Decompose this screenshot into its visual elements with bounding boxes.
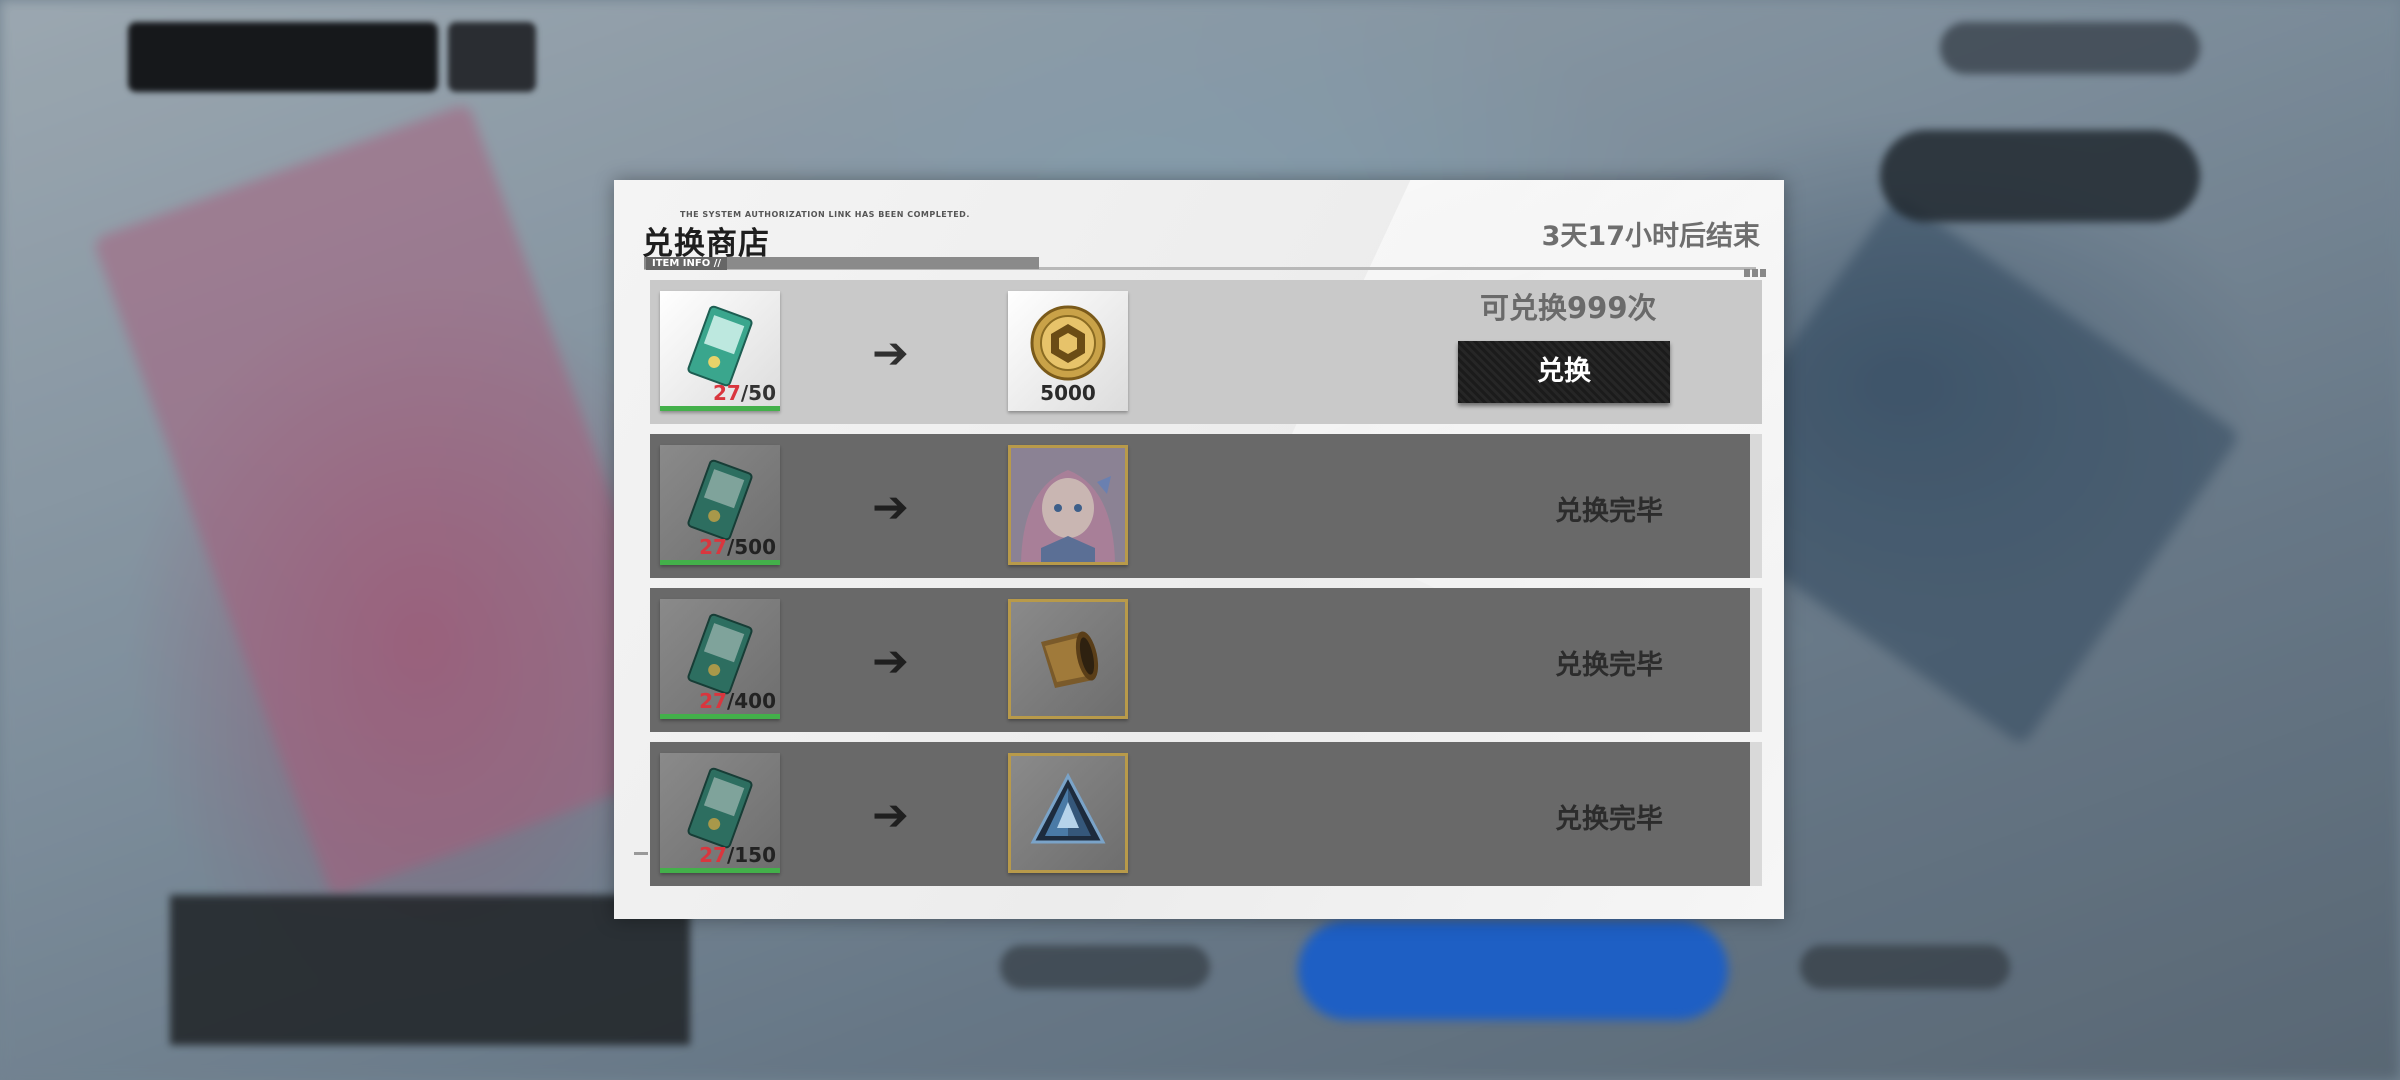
exchange-complete-status: 兑换完毕 bbox=[1555, 650, 1663, 681]
source-item[interactable]: 27/150 bbox=[660, 753, 780, 873]
bottom-right-button bbox=[1800, 945, 2010, 989]
bronze-horn-icon bbox=[1041, 631, 1099, 688]
bottom-left-button bbox=[1000, 945, 1210, 989]
ticket-count: 27/400 bbox=[699, 689, 776, 713]
item-info-tag: ITEM INFO // bbox=[646, 257, 728, 270]
source-item[interactable]: 27/500 bbox=[660, 445, 780, 565]
shop-countdown: 3天17小时后结束 bbox=[1541, 221, 1760, 252]
remaining-exchanges: 可兑换999次 bbox=[1480, 291, 1657, 325]
start-button bbox=[1298, 920, 1728, 1020]
exchange-button[interactable]: 兑换 bbox=[1458, 341, 1670, 403]
event-info-panel bbox=[170, 895, 690, 1045]
progress-bar bbox=[660, 560, 780, 565]
footer-mark bbox=[634, 852, 648, 855]
exchange-list[interactable]: 27/50 ➔ 5000 可兑换999次 兑换 27/500 ➔ 兑换完毕 27… bbox=[650, 280, 1762, 896]
arrow-right-icon: ➔ bbox=[872, 482, 909, 533]
character-portrait-icon bbox=[1011, 448, 1125, 562]
back-navigation-bar bbox=[128, 22, 438, 92]
ticket-count: 27/500 bbox=[699, 535, 776, 559]
exchange-row: 27/400 ➔ 兑换完毕 bbox=[650, 588, 1762, 732]
reward-quantity: 5000 bbox=[1040, 381, 1096, 405]
exchange-complete-status: 兑换完毕 bbox=[1555, 804, 1663, 835]
progress-bar bbox=[660, 406, 780, 411]
divider-end-marks bbox=[1742, 262, 1770, 277]
progress-bar bbox=[660, 714, 780, 719]
reward-item[interactable] bbox=[1008, 445, 1128, 565]
exchange-row: 27/150 ➔ 兑换完毕 bbox=[650, 742, 1762, 886]
arrow-right-icon: ➔ bbox=[872, 328, 909, 379]
top-menu-button bbox=[448, 22, 536, 92]
currency-bar bbox=[1940, 22, 2200, 74]
ticket-count: 27/150 bbox=[699, 843, 776, 867]
reward-item[interactable] bbox=[1008, 753, 1128, 873]
crystal-prism-icon bbox=[1030, 772, 1106, 844]
reward-item[interactable] bbox=[1008, 599, 1128, 719]
progress-bar bbox=[660, 868, 780, 873]
exchange-shop-dialog: THE SYSTEM AUTHORIZATION LINK HAS BEEN C… bbox=[614, 180, 1784, 919]
side-info-card bbox=[1880, 130, 2200, 222]
exchange-row: 27/50 ➔ 5000 可兑换999次 兑换 bbox=[650, 280, 1762, 424]
arrow-right-icon: ➔ bbox=[872, 790, 909, 841]
source-item[interactable]: 27/400 bbox=[660, 599, 780, 719]
reward-item[interactable]: 5000 bbox=[1008, 291, 1128, 411]
exchange-complete-status: 兑换完毕 bbox=[1555, 496, 1663, 527]
arrow-right-icon: ➔ bbox=[872, 636, 909, 687]
exchange-row: 27/500 ➔ 兑换完毕 bbox=[650, 434, 1762, 578]
ticket-count: 27/50 bbox=[713, 381, 776, 405]
source-item[interactable]: 27/50 bbox=[660, 291, 780, 411]
